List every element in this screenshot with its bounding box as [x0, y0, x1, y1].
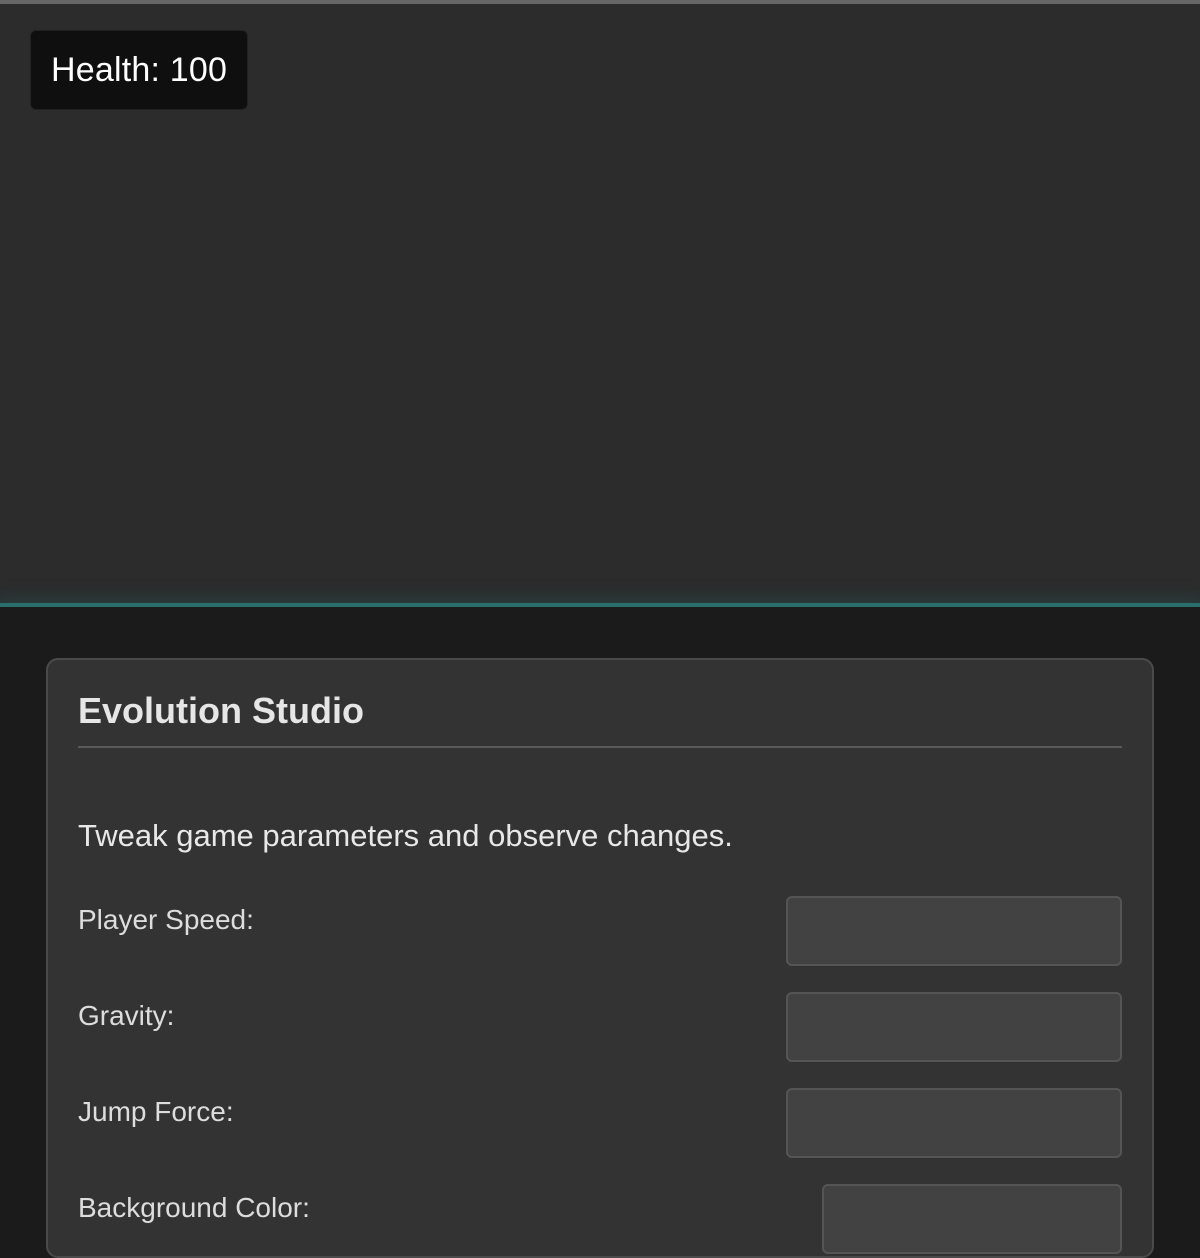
param-row-gravity: Gravity: [78, 992, 1122, 1062]
health-display: Health: 100 [30, 30, 249, 110]
panel-description: Tweak game parameters and observe change… [78, 818, 733, 853]
background-color-label: Background Color: [78, 1192, 310, 1223]
param-row-player-speed: Player Speed: [78, 896, 1122, 966]
player-speed-input[interactable] [786, 896, 1122, 966]
player-speed-label: Player Speed: [78, 904, 254, 935]
gravity-label: Gravity: [78, 1000, 175, 1031]
background-color-input[interactable] [822, 1184, 1122, 1254]
health-text: Health: 100 [51, 50, 228, 89]
gravity-input[interactable] [786, 992, 1122, 1062]
evolution-studio-panel: Evolution Studio Tweak game parameters a… [46, 658, 1154, 1258]
param-row-background-color: Background Color: [78, 1184, 1122, 1254]
jump-force-input[interactable] [786, 1088, 1122, 1158]
panel-title: Evolution Studio [78, 690, 1122, 748]
game-canvas[interactable]: Health: 100 [0, 0, 1200, 604]
param-row-jump-force: Jump Force: [78, 1088, 1122, 1158]
jump-force-label: Jump Force: [78, 1096, 234, 1127]
